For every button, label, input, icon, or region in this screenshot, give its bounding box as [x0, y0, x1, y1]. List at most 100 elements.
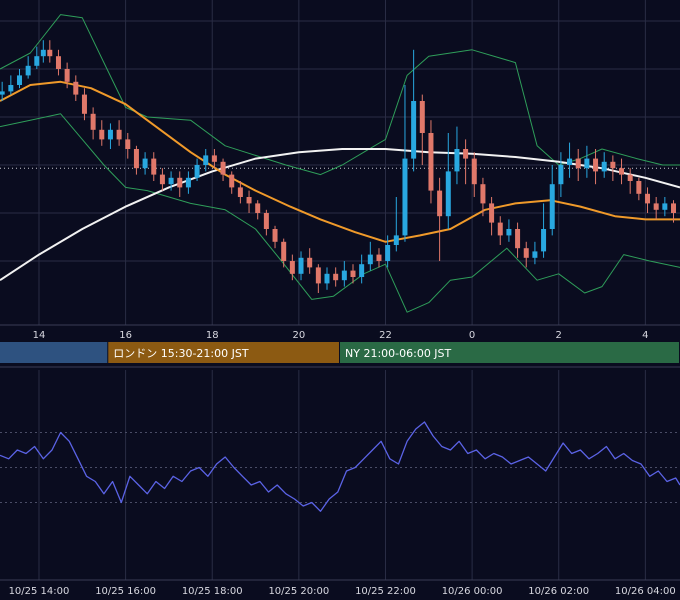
x-tick-label: 18	[206, 330, 219, 341]
candle-body	[480, 184, 486, 204]
candle-body	[237, 187, 243, 197]
candle-body	[125, 139, 131, 149]
x-tick-label: 22	[379, 330, 392, 341]
candle-body	[454, 149, 460, 172]
candle-body	[194, 165, 200, 178]
candle-body	[281, 241, 287, 261]
candle-body	[411, 101, 417, 159]
candle-body	[463, 149, 469, 159]
session-label: ロンドン 15:30-21:00 JST	[113, 347, 249, 360]
candle-body	[333, 273, 339, 281]
candle-body	[177, 177, 183, 188]
x-tick-label: 16	[119, 330, 132, 341]
candle-body	[142, 158, 148, 169]
candle-body	[558, 165, 564, 185]
candle-body	[385, 245, 391, 261]
candle-body	[229, 174, 235, 188]
candle-body	[393, 235, 399, 245]
candle-body	[246, 197, 252, 204]
x-tick-label: 10/26 02:00	[528, 586, 589, 597]
candle-body	[99, 129, 105, 140]
candle-body	[40, 49, 46, 57]
candle-body	[255, 203, 261, 213]
candle-body	[445, 171, 451, 217]
candle-body	[532, 251, 538, 258]
candle-body	[315, 267, 321, 284]
candle-body	[272, 229, 278, 242]
candle-body	[610, 161, 616, 169]
x-tick-label: 10/25 18:00	[182, 586, 243, 597]
candle-body	[324, 273, 330, 284]
candle-body	[489, 203, 495, 223]
candle-body	[116, 129, 122, 140]
session-label: NY 21:00-06:00 JST	[345, 347, 452, 360]
candle-body	[653, 203, 659, 210]
candle-body	[16, 75, 22, 85]
candle-body	[541, 229, 547, 252]
candle-body	[34, 56, 40, 66]
candle-body	[506, 229, 512, 236]
candle-body	[151, 158, 157, 175]
x-tick-label: 10/25 20:00	[268, 586, 329, 597]
candle-body	[55, 56, 61, 69]
x-tick-label: 10/25 16:00	[95, 586, 156, 597]
candle-body	[549, 184, 555, 229]
chart-canvas[interactable]: ロンドン 15:30-21:00 JST NY 21:00-06:00 JST 1…	[0, 0, 680, 600]
candle-body	[428, 133, 434, 191]
chart-background	[0, 0, 680, 600]
candle-body	[81, 94, 87, 114]
candle-body	[298, 257, 304, 274]
candle-body	[73, 81, 79, 95]
x-tick-label: 10/26 00:00	[442, 586, 503, 597]
candle-body	[168, 177, 174, 185]
candle-body	[402, 158, 408, 236]
x-tick-label: 10/25 22:00	[355, 586, 416, 597]
candle-body	[497, 222, 503, 236]
candle-body	[593, 158, 599, 172]
candle-body	[64, 69, 70, 82]
x-tick-label: 10/25 14:00	[9, 586, 70, 597]
candle-body	[636, 181, 642, 194]
candle-body	[584, 158, 590, 169]
candle-body	[133, 149, 139, 169]
x-tick-label: 14	[33, 330, 46, 341]
x-tick-label: 20	[292, 330, 305, 341]
x-tick-label: 10/26 04:00	[615, 586, 676, 597]
x-tick-label: 2	[556, 330, 562, 341]
candle-body	[107, 129, 113, 140]
session-segment	[0, 342, 108, 363]
candle-body	[47, 49, 53, 57]
candle-body	[341, 270, 347, 281]
candle-body	[619, 168, 625, 175]
candle-body	[419, 101, 425, 133]
candle-body	[575, 158, 581, 169]
candle-body	[367, 254, 373, 265]
candle-body	[90, 113, 96, 130]
candle-body	[645, 193, 651, 204]
x-tick-label: 0	[469, 330, 475, 341]
candle-body	[671, 203, 677, 213]
candle-body	[627, 174, 633, 181]
candle-body	[307, 257, 313, 268]
candle-body	[8, 85, 14, 92]
candle-body	[515, 229, 521, 249]
chart-root: ロンドン 15:30-21:00 JST NY 21:00-06:00 JST 1…	[0, 0, 680, 600]
candle-body	[0, 91, 5, 95]
candle-body	[220, 161, 226, 175]
candle-body	[437, 190, 443, 217]
candle-body	[601, 161, 607, 172]
candle-body	[263, 213, 269, 229]
candle-body	[662, 203, 668, 210]
candle-body	[203, 155, 209, 165]
candle-body	[567, 158, 573, 165]
candle-body	[25, 65, 31, 76]
candle-body	[523, 248, 529, 258]
candle-body	[211, 155, 217, 162]
candle-body	[350, 270, 356, 277]
candle-body	[471, 158, 477, 185]
candle-body	[359, 264, 365, 277]
x-tick-label: 4	[642, 330, 648, 341]
candle-body	[376, 254, 382, 261]
candle-body	[159, 174, 165, 185]
candle-body	[185, 177, 191, 188]
